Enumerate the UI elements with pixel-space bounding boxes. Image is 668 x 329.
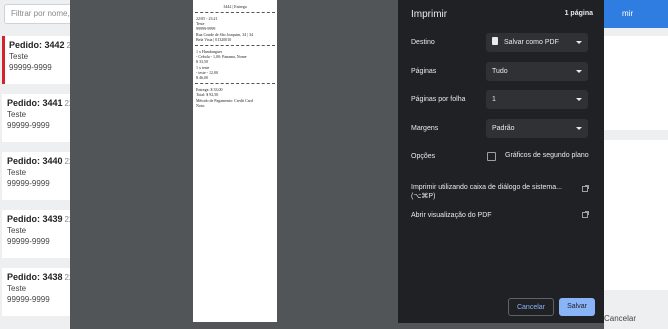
order-card[interactable]: Pedido: 3440 22 Teste 99999-9999 — [2, 152, 76, 200]
pages-select[interactable]: Tudo — [486, 62, 588, 81]
pages-per-sheet-label: Páginas por folha — [411, 96, 466, 103]
receipt-divider — [195, 83, 275, 85]
order-card[interactable]: Pedido: 3441 22 Teste 99999-9999 — [2, 94, 76, 142]
chevron-down-icon — [576, 70, 582, 73]
order-card[interactable]: Pedido: 3439 22 Teste 99999-9999 — [2, 210, 76, 258]
search-input[interactable]: Filtrar por nome, n — [4, 4, 76, 24]
print-dialog: Imprimir 1 página Destino Salvar como PD… — [398, 0, 604, 323]
receipt-line: Bela Vista | 01320010 — [196, 36, 232, 42]
order-customer-name: Teste — [7, 284, 27, 293]
margins-value: Padrão — [492, 125, 515, 132]
right-panel — [598, 36, 668, 130]
chevron-down-icon — [576, 41, 582, 44]
external-link-icon[interactable] — [582, 211, 589, 218]
order-customer-name: Teste — [7, 168, 27, 177]
receipt-divider — [195, 12, 275, 13]
order-phone: 99999-9999 — [7, 121, 50, 130]
order-customer-name: Teste — [7, 110, 27, 119]
chevron-down-icon — [576, 98, 582, 101]
order-title: Pedido: 3442 — [9, 40, 65, 50]
save-button[interactable]: Salvar — [559, 298, 595, 316]
receipt-line: Nota: — [196, 102, 205, 108]
options-label: Opções — [411, 153, 436, 160]
receipt-line: $ 46,00 — [196, 75, 208, 81]
overlay-bottom — [70, 323, 604, 329]
print-button-background[interactable]: mir — [598, 0, 668, 28]
order-phone: 99999-9999 — [7, 237, 50, 246]
system-dialog-link[interactable]: Imprimir utilizando caixa de diálogo de … — [411, 183, 571, 201]
order-customer-name: Teste — [9, 52, 29, 61]
destination-select[interactable]: Salvar como PDF — [486, 33, 588, 52]
background-cancel-link[interactable]: Cancelar — [604, 314, 636, 323]
order-customer-name: Teste — [7, 226, 27, 235]
destination-label: Destino — [411, 39, 435, 46]
receipt-divider — [195, 45, 275, 47]
print-preview-area: 3442 | Entrega 22/05 - 23:21 Teste 99999… — [70, 0, 398, 323]
order-title: Pedido: 3441 — [7, 98, 63, 108]
receipt-preview: 3442 | Entrega 22/05 - 23:21 Teste 99999… — [193, 0, 277, 322]
page-count: 1 página — [564, 10, 593, 17]
order-phone: 99999-9999 — [9, 63, 52, 72]
chevron-down-icon — [576, 127, 582, 130]
dialog-title: Imprimir — [411, 9, 448, 20]
right-panel-lower — [598, 140, 668, 290]
pages-per-sheet-value: 1 — [492, 96, 496, 103]
margins-select[interactable]: Padrão — [486, 119, 588, 138]
external-link-icon[interactable] — [582, 185, 589, 192]
order-phone: 99999-9999 — [7, 179, 50, 188]
pages-per-sheet-select[interactable]: 1 — [486, 90, 588, 109]
order-card[interactable]: Pedido: 344222 Teste 99999-9999 — [2, 36, 76, 84]
receipt-header: 3442 | Entrega — [223, 4, 247, 9]
background-graphics-checkbox[interactable] — [487, 152, 496, 161]
order-title: Pedido: 3439 — [7, 214, 63, 224]
pages-label: Páginas — [411, 68, 437, 75]
open-pdf-link[interactable]: Abrir visualização do PDF — [411, 211, 571, 220]
document-icon — [492, 37, 498, 46]
cancel-button[interactable]: Cancelar — [508, 298, 554, 316]
order-card[interactable]: Pedido: 3438 22 Teste 99999-9999 — [2, 268, 76, 316]
pages-value: Tudo — [492, 68, 508, 75]
order-title: Pedido: 3440 — [7, 156, 63, 166]
destination-value: Salvar como PDF — [504, 39, 559, 46]
margins-label: Margens — [411, 125, 439, 132]
order-title: Pedido: 3438 — [7, 272, 63, 282]
background-graphics-label[interactable]: Gráficos de segundo plano — [505, 152, 589, 159]
order-phone: 99999-9999 — [7, 295, 50, 304]
